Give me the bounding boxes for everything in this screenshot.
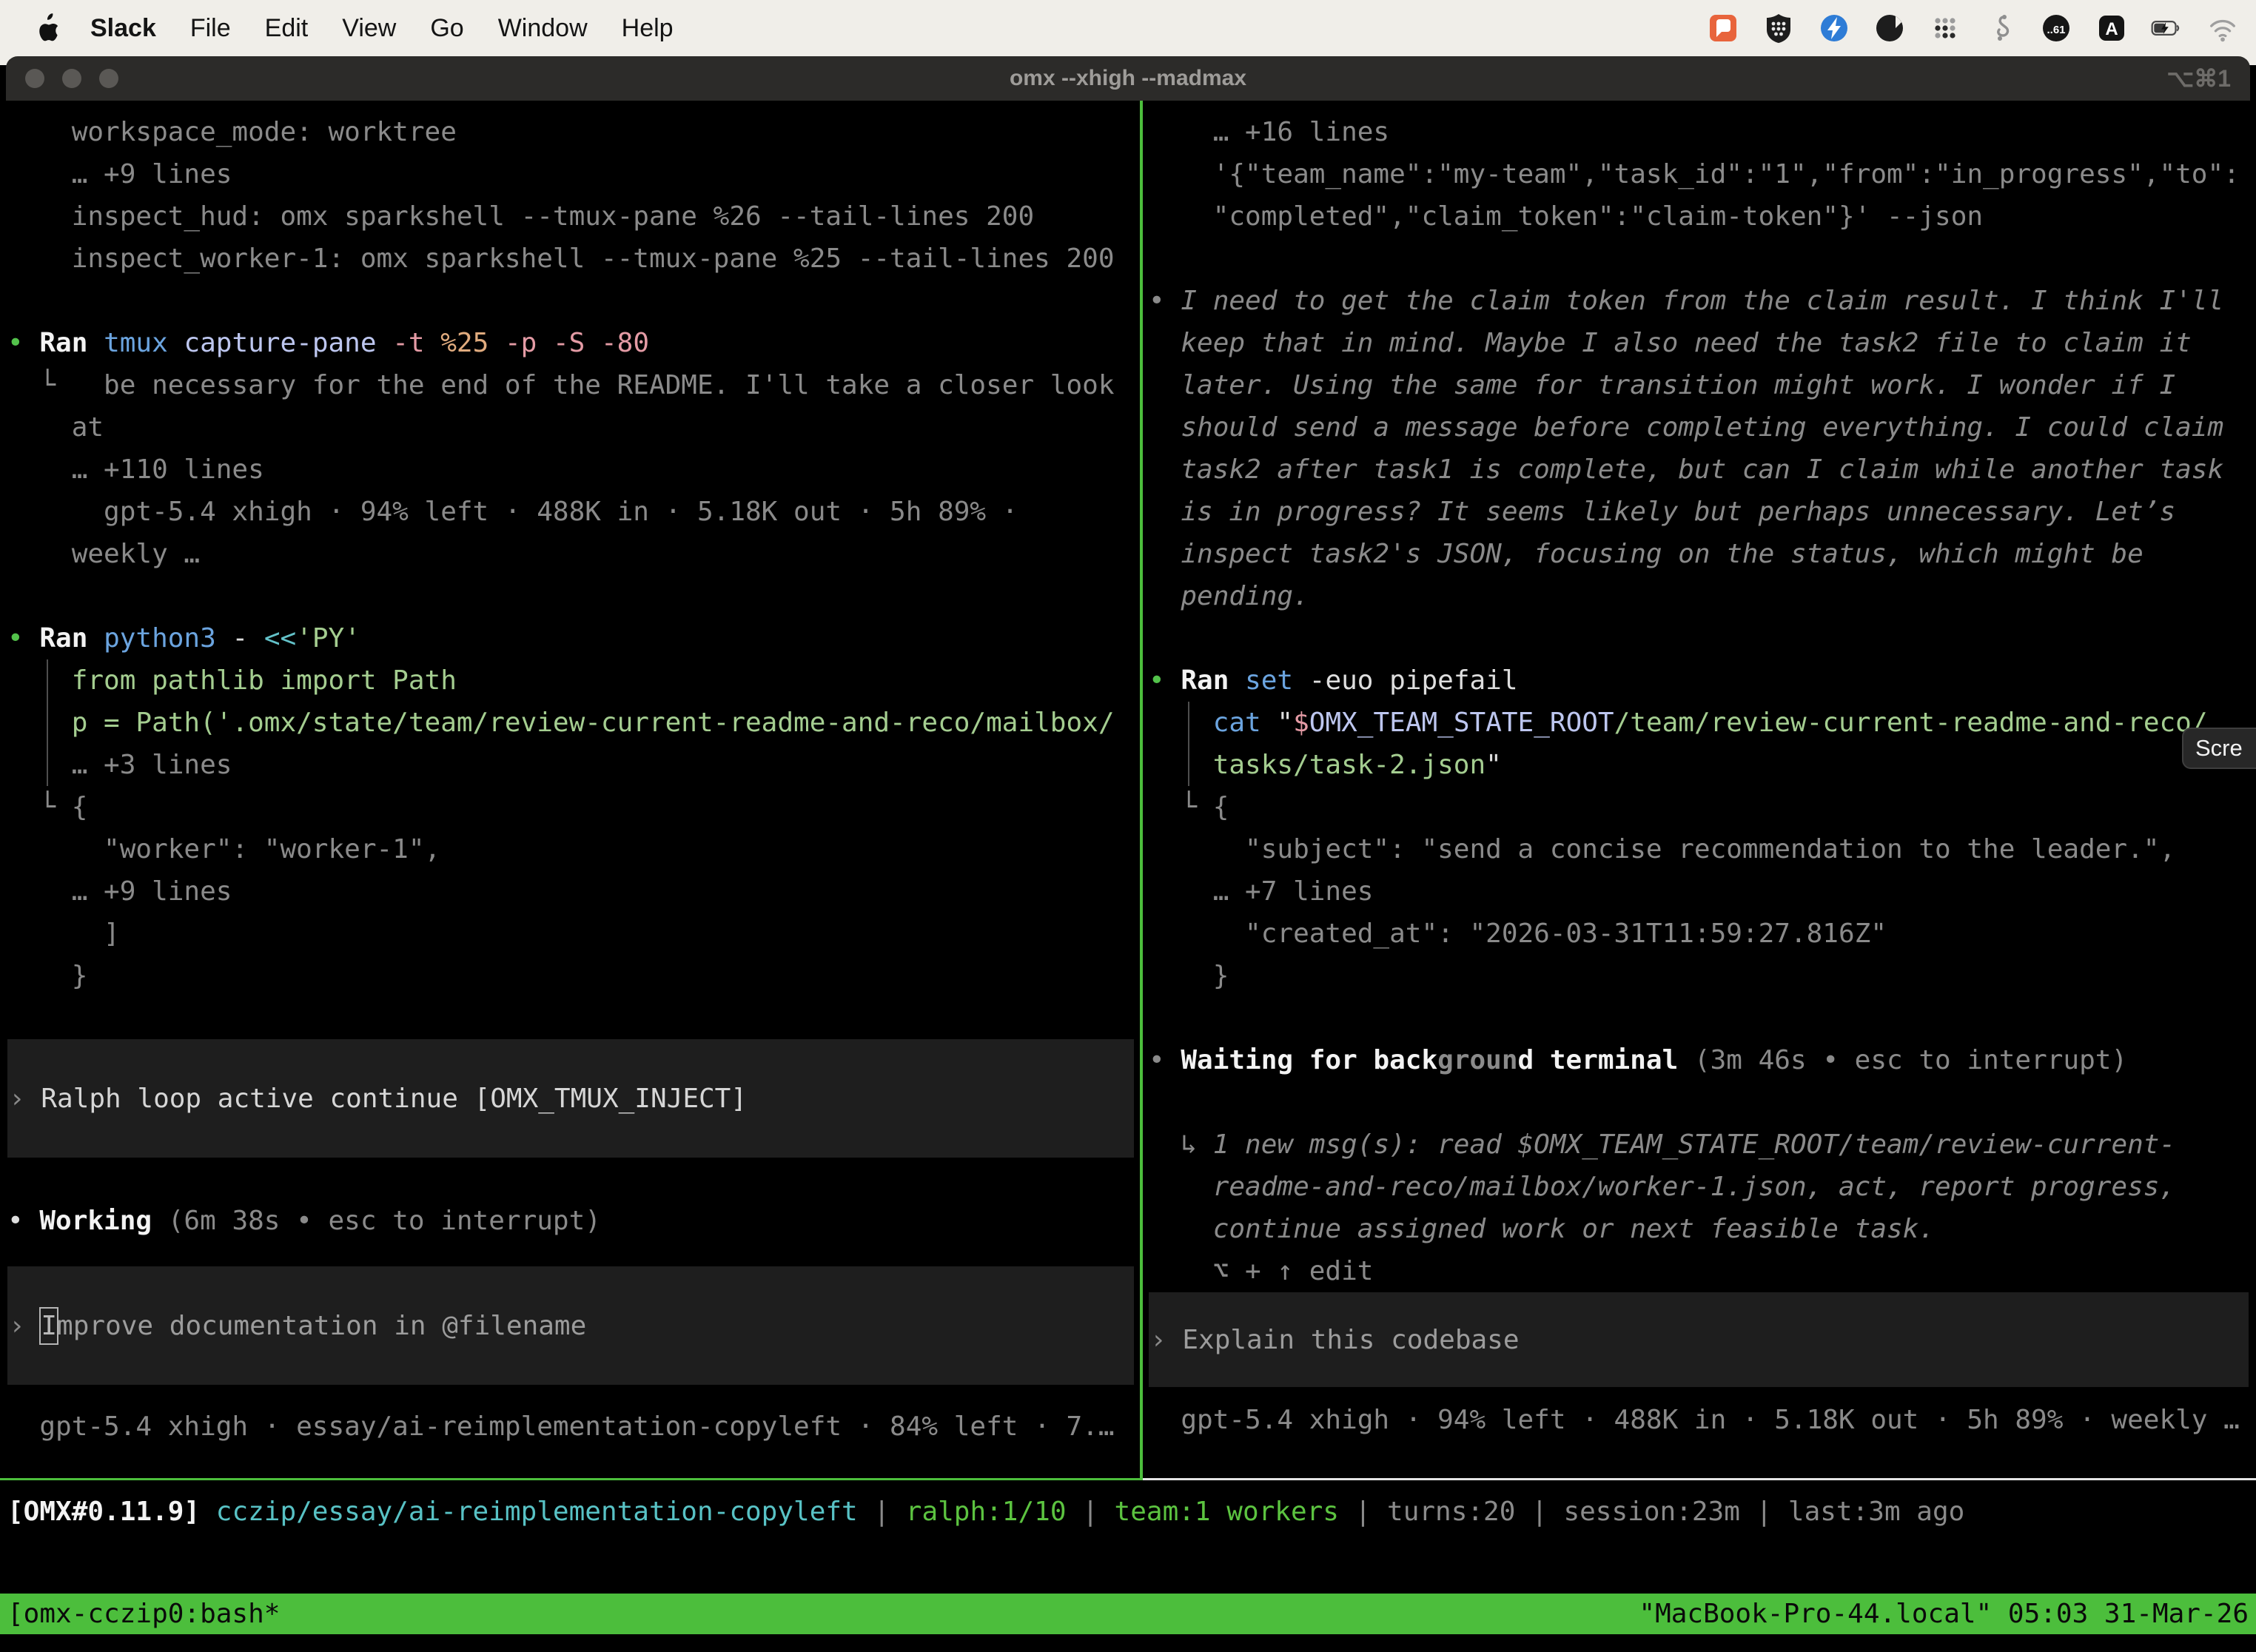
terminal-line: tasks/task-2.json" [1149, 744, 2256, 786]
terminal-line: • Ran tmux capture-pane -t %25 -p -S -80 [7, 322, 1140, 364]
terminal-line: ↳ 1 new msg(s): read $OMX_TEAM_STATE_ROO… [1149, 1124, 2256, 1166]
menu-item-window[interactable]: Window [498, 14, 588, 43]
terminal-line: inspect_hud: omx sparkshell --tmux-pane … [7, 195, 1140, 238]
terminal-line: … +3 lines [7, 744, 1140, 786]
tmux-status-bar: [omx-cczip0:bash* "MacBook-Pro-44.local"… [0, 1594, 2256, 1634]
terminal-line: task2 after task1 is complete, but can I… [1149, 449, 2256, 491]
terminal-line: • I need to get the claim token from the… [1149, 280, 2256, 322]
terminal: workspace_mode: worktree … +9 lines insp… [0, 101, 2256, 1478]
terminal-line: … +9 lines [7, 870, 1140, 913]
pane-border-inactive [1143, 1478, 2256, 1480]
menu-item-help[interactable]: Help [622, 14, 674, 43]
tmux-session-label: [omx-cczip0:bash* [7, 1599, 280, 1629]
battery-icon[interactable] [2150, 11, 2184, 45]
menu-item-edit[interactable]: Edit [265, 14, 309, 43]
terminal-line: later. Using the same for transition mig… [1149, 364, 2256, 406]
terminal-line: keep that in mind. Maybe I also need the… [1149, 322, 2256, 364]
terminal-line: workspace_mode: worktree [7, 111, 1140, 153]
terminal-blank-line [1149, 617, 2256, 659]
wifi-icon[interactable] [2206, 11, 2240, 45]
band-text: › Improve documentation in @filename [7, 1305, 586, 1347]
terminal-blank-line [7, 280, 1140, 322]
menu-item-file[interactable]: File [190, 14, 231, 43]
terminal-line: … +16 lines [1149, 111, 2256, 153]
menu-bar: Slack File Edit View Go Window Help ..61 A [0, 0, 2256, 56]
window-titlebar: omx --xhigh --madmax ⌥⌘1 [6, 56, 2250, 101]
band-text: › Explain this codebase [1149, 1319, 1520, 1361]
terminal-line: '{"team_name":"my-team","task_id":"1","f… [1149, 153, 2256, 195]
terminal-line: gpt-5.4 xhigh · essay/ai-reimplementatio… [7, 1406, 1140, 1448]
terminal-line: } [7, 955, 1140, 997]
menu-status-icons: ..61 A [1706, 11, 2240, 45]
terminal-line: inspect task2's JSON, focusing on the st… [1149, 533, 2256, 575]
prompt-input-right[interactable]: › Explain this codebase [1149, 1292, 2249, 1387]
terminal-line: "subject": "send a concise recommendatio… [1149, 828, 2256, 870]
terminal-line: from pathlib import Path [7, 659, 1140, 702]
pane-right: … +16 lines '{"team_name":"my-team","tas… [1143, 101, 2256, 1478]
svg-text:..61: ..61 [2047, 24, 2065, 36]
menu-item-go[interactable]: Go [430, 14, 463, 43]
bottom-area: [OMX#0.11.9] cczip/essay/ai-reimplementa… [0, 1480, 2256, 1652]
terminal-line: p = Path('.omx/state/team/review-current… [7, 702, 1140, 744]
terminal-line: readme-and-reco/mailbox/worker-1.json, a… [1149, 1166, 2256, 1208]
terminal-line: • Ran set -euo pipefail [1149, 659, 2256, 702]
terminal-line: • Working (6m 38s • esc to interrupt) [7, 1200, 1140, 1242]
terminal-blank-line [7, 1158, 1140, 1200]
terminal-line: … +110 lines [7, 449, 1140, 491]
apple-menu-icon[interactable] [36, 13, 61, 43]
terminal-line: • Waiting for background terminal (3m 46… [1149, 1039, 2256, 1081]
svg-text:A: A [2105, 19, 2118, 39]
menu-item-view[interactable]: View [342, 14, 396, 43]
terminal-line: pending. [1149, 575, 2256, 617]
terminal-line: └ { [7, 786, 1140, 828]
inject-notice-band: › Ralph loop active continue [OMX_TMUX_I… [7, 1039, 1134, 1158]
pane-bottom-borders [0, 1478, 2256, 1480]
dots-grid-icon[interactable] [1928, 11, 1962, 45]
terminal-blank-line [7, 997, 1140, 1039]
terminal-line: └ { [1149, 786, 2256, 828]
terminal-line: "completed","claim_token":"claim-token"}… [1149, 195, 2256, 238]
terminal-blank-line [7, 575, 1140, 617]
terminal-line: should send a message before completing … [1149, 406, 2256, 449]
prompt-input-left[interactable]: › Improve documentation in @filename [7, 1266, 1134, 1385]
screen-tooltip: Scre [2182, 728, 2256, 769]
terminal-line: continue assigned work or next feasible … [1149, 1208, 2256, 1250]
terminal-line: weekly … [7, 533, 1140, 575]
window-title: omx --xhigh --madmax [6, 66, 2250, 91]
terminal-line: ⌥ + ↑ edit [1149, 1250, 2256, 1292]
terminal-line: gpt-5.4 xhigh · 94% left · 488K in · 5.1… [7, 491, 1140, 533]
pie-circle-icon[interactable] [1873, 11, 1907, 45]
terminal-line: "worker": "worker-1", [7, 828, 1140, 870]
terminal-line: • Ran python3 - <<'PY' [7, 617, 1140, 659]
lightning-circle-icon[interactable] [1817, 11, 1851, 45]
terminal-line: } [1149, 955, 2256, 997]
tmux-host-clock: "MacBook-Pro-44.local" 05:03 31-Mar-26 [1639, 1599, 2249, 1629]
menu-items: Slack File Edit View Go Window Help [90, 14, 674, 43]
terminal-blank-line [1149, 997, 2256, 1039]
terminal-blank-line [1149, 1081, 2256, 1124]
pane-left: workspace_mode: worktree … +9 lines insp… [0, 101, 1140, 1478]
terminal-line: … +7 lines [1149, 870, 2256, 913]
terminal-line: "created_at": "2026-03-31T11:59:27.816Z" [1149, 913, 2256, 955]
terminal-line: └ be necessary for the end of the README… [7, 364, 1140, 406]
terminal-line: … +9 lines [7, 153, 1140, 195]
terminal-line: gpt-5.4 xhigh · 94% left · 488K in · 5.1… [1149, 1399, 2256, 1441]
chat-icon[interactable] [1706, 11, 1740, 45]
pane-border-active [0, 1478, 1143, 1480]
titlebar-row: omx --xhigh --madmax ⌥⌘1 [0, 56, 2256, 101]
a-key-icon[interactable]: A [2095, 11, 2129, 45]
terminal-blank-line [1149, 238, 2256, 280]
terminal-line: inspect_worker-1: omx sparkshell --tmux-… [7, 238, 1140, 280]
count-badge-icon[interactable]: ..61 [2039, 11, 2073, 45]
shield-icon[interactable] [1762, 11, 1796, 45]
terminal-line: ] [7, 913, 1140, 955]
band-text: › Ralph loop active continue [OMX_TMUX_I… [7, 1078, 747, 1120]
omx-status-line: [OMX#0.11.9] cczip/essay/ai-reimplementa… [0, 1491, 2256, 1533]
hook-icon[interactable] [1984, 11, 2018, 45]
terminal-line: is in progress? It seems likely but perh… [1149, 491, 2256, 533]
terminal-line: cat "$OMX_TEAM_STATE_ROOT/team/review-cu… [1149, 702, 2256, 744]
terminal-line: at [7, 406, 1140, 449]
menu-app-name[interactable]: Slack [90, 14, 156, 43]
